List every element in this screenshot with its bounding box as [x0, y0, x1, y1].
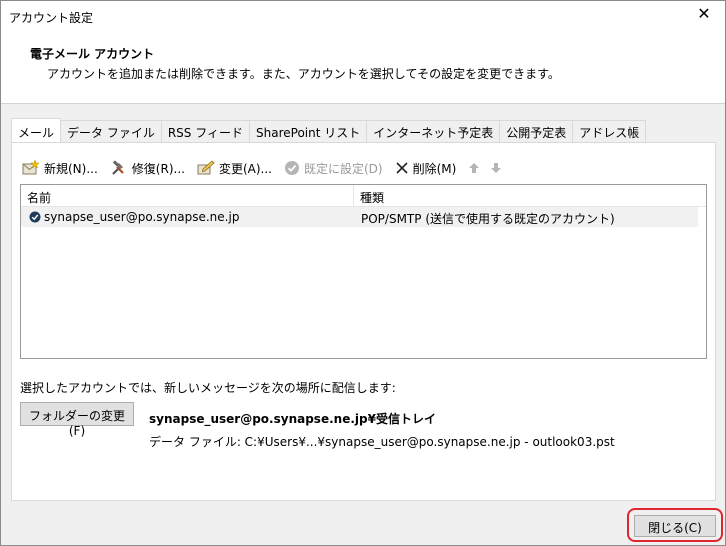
tab-bar: メール データ ファイル RSS フィード SharePoint リスト インタ…: [11, 118, 647, 142]
account-toolbar: 新規(N)... 修復(R)... 変更(A)... 既定に設定(D) 削除(M…: [22, 157, 512, 179]
data-file-path: データ ファイル: C:¥Users¥...¥synapse_user@po.s…: [149, 435, 615, 449]
tab-rss-feeds[interactable]: RSS フィード: [160, 120, 250, 142]
tab-address-books[interactable]: アドレス帳: [572, 120, 647, 142]
account-name: synapse_user@po.synapse.ne.jp: [44, 210, 240, 224]
wrench-hammer-icon: [112, 160, 124, 175]
title-bar: アカウント設定 ✕: [1, 1, 725, 31]
set-default-label: 既定に設定(D): [303, 161, 383, 176]
move-down-arrow-icon[interactable]: [490, 162, 502, 174]
new-mail-icon: [22, 160, 40, 175]
window-title: アカウント設定: [9, 11, 94, 25]
account-settings-dialog: アカウント設定 ✕ 電子メール アカウント アカウントを追加または削除できます。…: [0, 0, 726, 546]
new-account-label: 新規(N)...: [44, 161, 98, 176]
column-header-name[interactable]: 名前: [21, 185, 354, 206]
account-type: POP/SMTP (送信で使用する既定のアカウント): [361, 212, 615, 226]
repair-account-label: 修復(R)...: [131, 161, 185, 176]
change-folder-button[interactable]: フォルダーの変更(F): [20, 402, 134, 438]
set-default-button[interactable]: 既定に設定(D): [284, 160, 383, 177]
header-title: 電子メール アカウント: [30, 47, 155, 61]
tab-data-files[interactable]: データ ファイル: [60, 120, 162, 142]
repair-account-button[interactable]: 修復(R)...: [110, 160, 185, 177]
delete-x-icon: [396, 162, 408, 174]
account-row[interactable]: synapse_user@po.synapse.ne.jp POP/SMTP (…: [21, 207, 698, 227]
account-list-header: 名前 種類: [21, 185, 706, 207]
account-list: 名前 種類 synapse_user@po.synapse.ne.jp POP/…: [20, 184, 707, 359]
header-description: アカウントを追加または削除できます。また、アカウントを選択してその設定を変更でき…: [47, 67, 560, 81]
tab-published-calendars[interactable]: 公開予定表: [499, 120, 574, 142]
delivery-location-label: 選択したアカウントでは、新しいメッセージを次の場所に配信します:: [20, 381, 396, 395]
column-header-type[interactable]: 種類: [354, 185, 689, 206]
mail-tab-panel: 新規(N)... 修復(R)... 変更(A)... 既定に設定(D) 削除(M…: [11, 142, 716, 501]
tab-internet-calendars[interactable]: インターネット予定表: [366, 120, 501, 142]
tab-mail[interactable]: メール: [11, 118, 62, 142]
move-up-arrow-icon[interactable]: [468, 162, 480, 174]
account-name-cell: synapse_user@po.synapse.ne.jp: [21, 207, 354, 227]
default-account-check-icon: [29, 211, 41, 223]
close-button[interactable]: 閉じる(C): [634, 515, 716, 537]
tab-sharepoint-lists[interactable]: SharePoint リスト: [249, 120, 368, 142]
change-account-button[interactable]: 変更(A)...: [197, 160, 272, 177]
delete-account-button[interactable]: 削除(M): [395, 160, 457, 177]
dialog-header: 電子メール アカウント アカウントを追加または削除できます。また、アカウントを選…: [1, 31, 725, 104]
delivery-folder-path: synapse_user@po.synapse.ne.jp¥受信トレイ: [149, 412, 436, 426]
close-button-highlight: 閉じる(C): [627, 508, 723, 542]
delete-account-label: 削除(M): [412, 161, 457, 176]
new-account-button[interactable]: 新規(N)...: [22, 160, 98, 177]
check-circle-icon: [284, 161, 299, 175]
edit-account-icon: [197, 160, 215, 175]
change-account-label: 変更(A)...: [218, 161, 272, 176]
close-icon[interactable]: ✕: [695, 6, 713, 24]
